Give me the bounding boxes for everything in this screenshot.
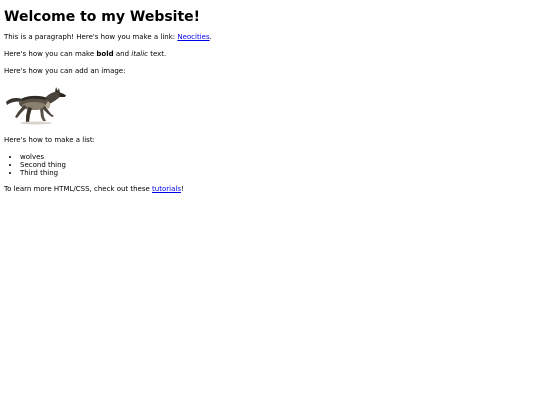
wolf-icon (6, 87, 66, 125)
page-title: Welcome to my Website! (4, 9, 201, 25)
list-item: wolves (20, 153, 536, 161)
tutorials-after: ! (180, 185, 184, 193)
paragraph-image-intro: Here's how you can add an image: (4, 67, 126, 75)
paragraph-link-text: This is a paragraph! Here's how you make… (4, 33, 178, 41)
paragraph-link: This is a paragraph! Here's how you make… (4, 33, 536, 42)
paragraph-tutorials: To learn more HTML/CSS, check out these … (4, 185, 536, 194)
italic-text: italic (131, 50, 148, 58)
formatting-after: text. (147, 50, 167, 58)
formatting-before: Here's how you can make (4, 50, 97, 58)
page-body: Welcome to my Website! This is a paragra… (0, 9, 540, 405)
paragraph-list-intro: Here's how to make a list: (4, 136, 95, 144)
item-list: wolves Second thing Third thing (4, 153, 536, 177)
list-item: Second thing (20, 161, 536, 169)
bold-text: bold (96, 50, 114, 58)
list-item: Third thing (20, 169, 536, 177)
paragraph-link-end: . (209, 33, 212, 41)
tutorials-link[interactable]: tutorials (152, 185, 181, 193)
formatting-mid: and (113, 50, 132, 58)
neocities-link[interactable]: Neocities (177, 33, 209, 41)
tutorials-before: To learn more HTML/CSS, check out these (4, 185, 153, 193)
paragraph-formatting: Here's how you can make bold and italic … (4, 50, 536, 59)
wolf-image (4, 84, 68, 126)
